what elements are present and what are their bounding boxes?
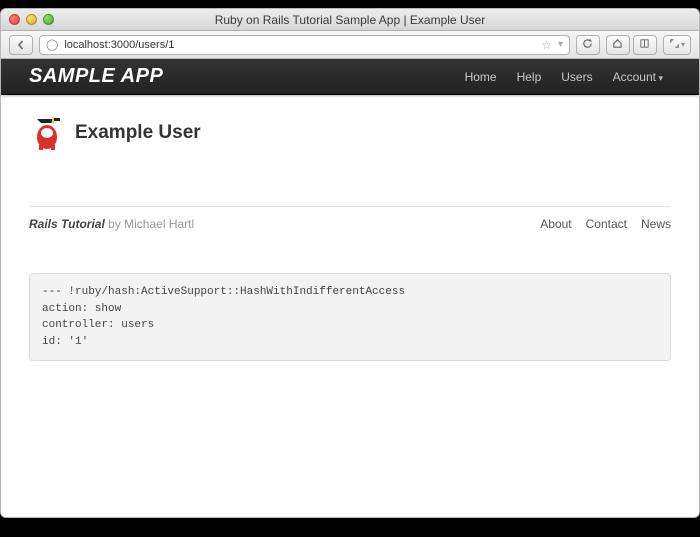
bookmark-star-icon[interactable]: ☆ [541, 38, 552, 52]
site-footer: Rails Tutorial by Michael Hartl About Co… [29, 206, 671, 231]
nav-links: Home Help Users Account [457, 64, 671, 90]
footer-links: About Contact News [540, 217, 671, 231]
address-bar[interactable]: ◯ localhost:3000/users/1 ☆ ▾ [39, 35, 570, 55]
nav-users[interactable]: Users [553, 64, 600, 90]
page-content: Example User Rails Tutorial by Michael H… [1, 95, 699, 251]
debug-dump: --- !ruby/hash:ActiveSupport::HashWithIn… [29, 273, 671, 361]
footer-site-name[interactable]: Rails Tutorial [29, 217, 105, 231]
footer-link-news[interactable]: News [641, 217, 671, 231]
globe-icon: ◯ [46, 38, 58, 51]
nav-account-dropdown[interactable]: Account [605, 64, 671, 90]
brand-logo[interactable]: SAMPLE APP [29, 65, 163, 88]
back-button[interactable] [9, 35, 33, 55]
nav-home[interactable]: Home [457, 64, 505, 90]
browser-window: Ruby on Rails Tutorial Sample App | Exam… [0, 8, 700, 518]
window-titlebar: Ruby on Rails Tutorial Sample App | Exam… [1, 9, 699, 31]
dropdown-caret-icon: ▾ [681, 40, 685, 49]
zoom-window-button[interactable] [43, 14, 54, 25]
toolbar-extra-group [606, 35, 657, 55]
window-title: Ruby on Rails Tutorial Sample App | Exam… [1, 13, 699, 27]
user-name-heading: Example User [75, 122, 201, 144]
traffic-lights [1, 14, 54, 25]
footer-byline: by Michael Hartl [108, 217, 194, 231]
browser-toolbar: ◯ localhost:3000/users/1 ☆ ▾ [1, 31, 699, 59]
reload-button[interactable] [576, 35, 600, 55]
footer-link-contact[interactable]: Contact [586, 217, 627, 231]
footer-credit: Rails Tutorial by Michael Hartl [29, 217, 194, 231]
fullscreen-icon [669, 38, 680, 52]
fullscreen-button[interactable]: ▾ [663, 35, 691, 55]
bookmarks-button[interactable] [633, 35, 657, 55]
user-header: Example User [29, 115, 671, 151]
footer-link-about[interactable]: About [540, 217, 571, 231]
close-window-button[interactable] [9, 14, 20, 25]
home-icon [612, 38, 623, 52]
nav-help[interactable]: Help [509, 64, 550, 90]
address-url: localhost:3000/users/1 [64, 39, 535, 51]
page-viewport: SAMPLE APP Home Help Users Account [1, 59, 699, 517]
chevron-left-icon [16, 40, 26, 50]
book-icon [639, 38, 650, 52]
home-button[interactable] [606, 35, 630, 55]
avatar [29, 115, 65, 151]
reload-icon [582, 38, 593, 52]
rss-icon[interactable]: ▾ [558, 39, 563, 50]
site-navbar: SAMPLE APP Home Help Users Account [1, 59, 699, 95]
minimize-window-button[interactable] [26, 14, 37, 25]
